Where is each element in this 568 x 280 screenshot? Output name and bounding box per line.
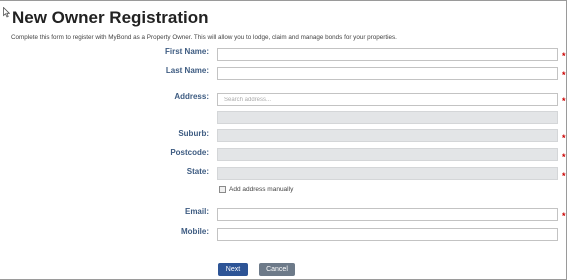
postcode-required-marker: * bbox=[562, 152, 566, 162]
first-name-label: First Name: bbox=[164, 47, 209, 56]
suburb-field bbox=[217, 129, 558, 142]
add-address-manually-checkbox[interactable] bbox=[219, 186, 226, 193]
suburb-label: Suburb: bbox=[178, 129, 209, 138]
email-label: Email: bbox=[184, 207, 209, 216]
state-label: State: bbox=[186, 167, 209, 176]
address-required-marker: * bbox=[562, 96, 566, 106]
last-name-input[interactable] bbox=[217, 67, 558, 80]
state-field bbox=[217, 167, 558, 180]
mobile-label: Mobile: bbox=[181, 227, 209, 236]
add-address-manually-option[interactable]: Add address manually bbox=[219, 186, 293, 193]
postcode-label: Postcode: bbox=[170, 148, 209, 157]
postcode-field bbox=[217, 148, 558, 161]
address-search-input[interactable] bbox=[217, 93, 558, 106]
last-name-label: Last Name: bbox=[165, 66, 209, 75]
first-name-required-marker: * bbox=[562, 51, 566, 61]
mobile-input[interactable] bbox=[217, 228, 558, 241]
address-line-field bbox=[217, 111, 558, 124]
mouse-cursor-icon bbox=[3, 7, 10, 18]
next-button[interactable]: Next bbox=[218, 263, 248, 276]
suburb-required-marker: * bbox=[562, 133, 566, 143]
last-name-required-marker: * bbox=[562, 70, 566, 80]
email-required-marker: * bbox=[562, 211, 566, 221]
address-label: Address: bbox=[174, 92, 209, 101]
intro-text: Complete this form to register with MyBo… bbox=[11, 34, 397, 41]
cancel-button[interactable]: Cancel bbox=[259, 263, 295, 276]
page-title: New Owner Registration bbox=[12, 8, 209, 27]
email-input[interactable] bbox=[217, 208, 558, 221]
add-address-manually-label: Add address manually bbox=[229, 186, 294, 193]
first-name-input[interactable] bbox=[217, 48, 558, 61]
state-required-marker: * bbox=[562, 171, 566, 181]
